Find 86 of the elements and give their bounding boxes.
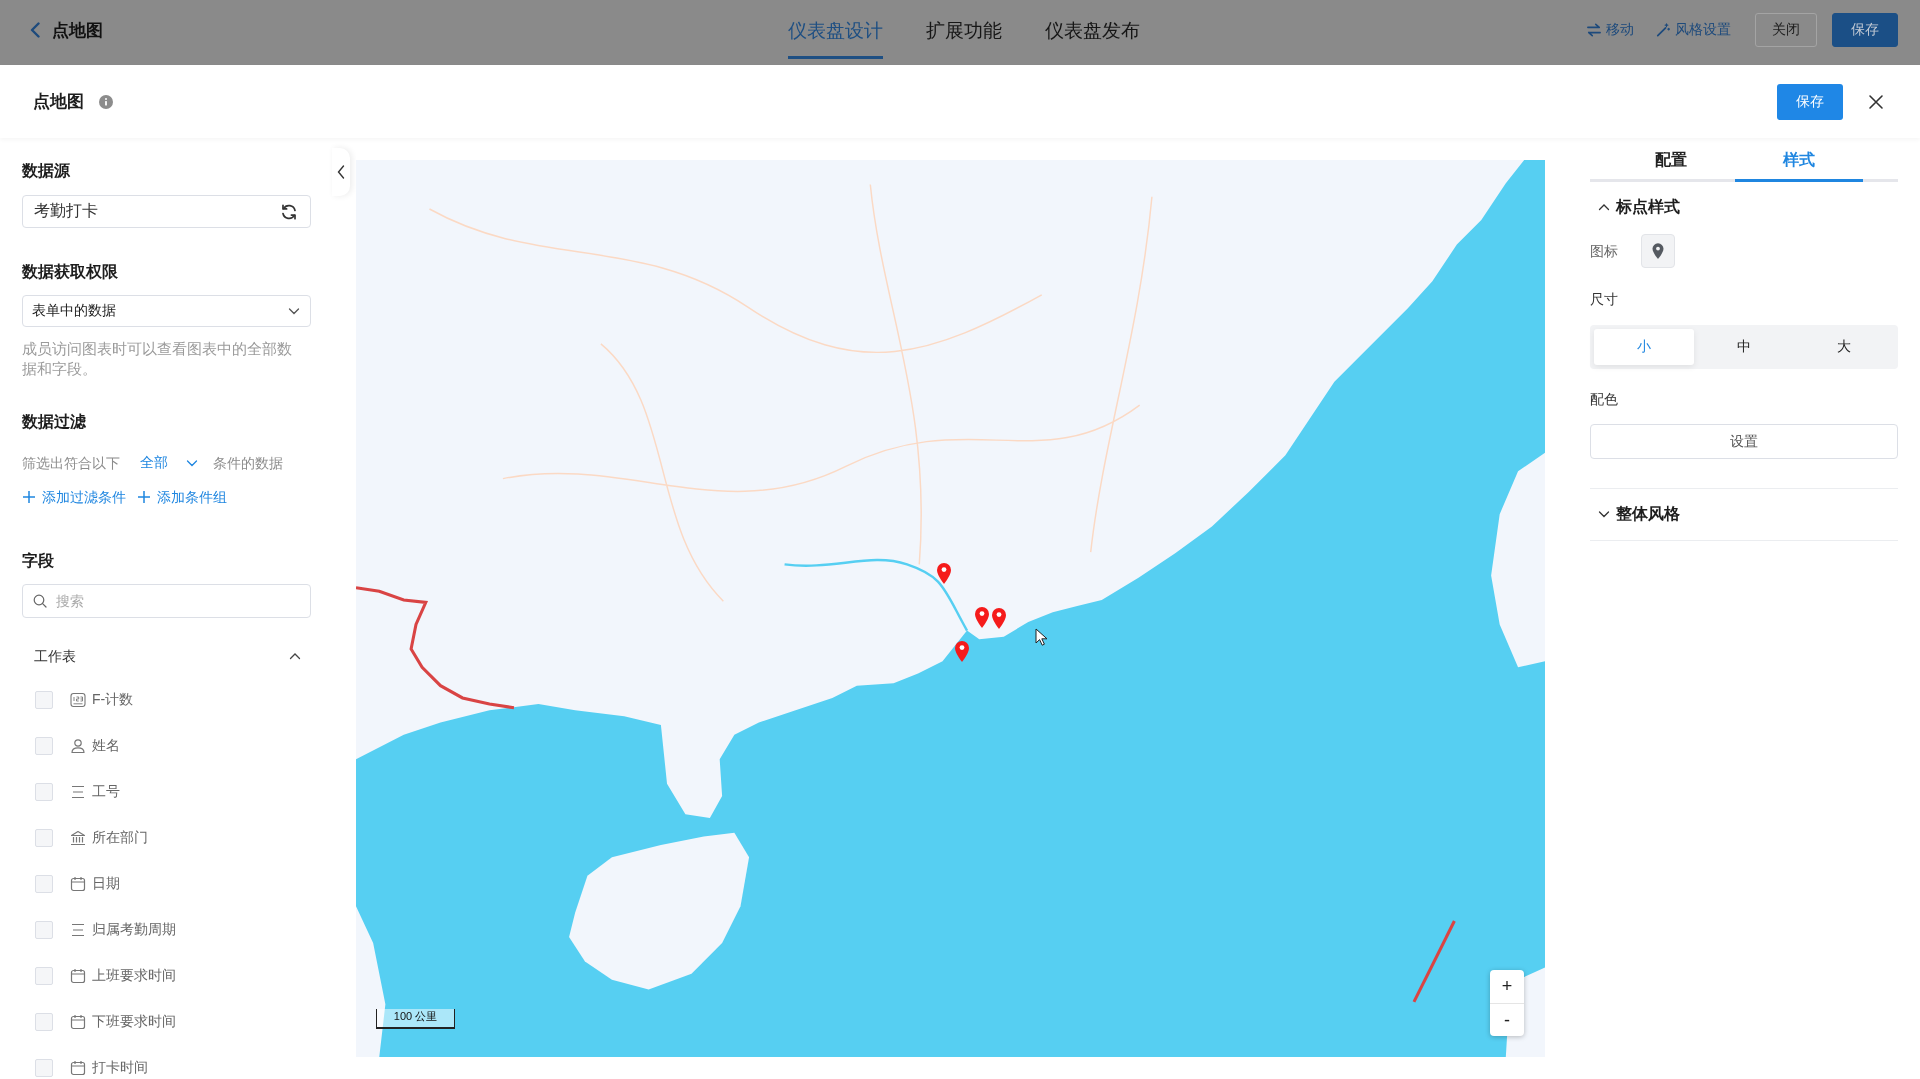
field-label: 归属考勤周期 — [92, 921, 176, 939]
map-pin-icon[interactable] — [936, 562, 952, 584]
building-icon — [70, 830, 86, 846]
calendar-icon — [70, 1060, 86, 1076]
checkbox[interactable] — [35, 737, 53, 755]
chevron-down-icon — [186, 457, 198, 469]
size-option[interactable]: 中 — [1694, 329, 1794, 365]
field-label: 上班要求时间 — [92, 967, 176, 985]
group-header[interactable]: 工作表 — [22, 645, 311, 667]
save-button[interactable]: 保存 — [1777, 83, 1843, 120]
person-icon — [70, 738, 86, 754]
calendar-icon — [70, 876, 86, 892]
checkbox[interactable] — [35, 967, 53, 985]
save-button[interactable]: 保存 — [1832, 13, 1898, 47]
data-source-field[interactable]: 考勤打卡 — [22, 195, 311, 228]
plus-icon — [137, 490, 151, 504]
filter-mode-dropdown[interactable]: 全部 — [140, 454, 198, 472]
scale-bar: 100 公里 — [376, 1009, 455, 1029]
number-box-icon — [70, 692, 86, 708]
help-text: 成员访问图表时可以查看图表中的全部数据和字段。 — [22, 339, 293, 379]
field-label: 下班要求时间 — [92, 1013, 176, 1031]
plus-icon — [22, 490, 36, 504]
zoom-in-button[interactable]: + — [1490, 970, 1524, 1003]
chevron-down-icon — [288, 305, 300, 317]
zoom-out-button[interactable]: - — [1490, 1003, 1524, 1036]
section-heading: 字段 — [22, 551, 55, 571]
nav-tab[interactable]: 扩展功能 — [926, 0, 1002, 59]
size-option[interactable]: 小 — [1594, 329, 1694, 365]
field-label: F-计数 — [92, 691, 134, 709]
checkbox[interactable] — [35, 783, 53, 801]
collapse-panel-button[interactable] — [332, 148, 350, 196]
field-label: 尺寸 — [1590, 290, 1619, 309]
section-heading: 数据获取权限 — [22, 262, 119, 282]
nav-tab[interactable]: 仪表盘发布 — [1045, 0, 1140, 59]
checkbox[interactable] — [35, 1059, 53, 1077]
section-header[interactable]: 整体风格 — [1590, 503, 1680, 525]
back-button[interactable]: 点地图 — [30, 0, 103, 60]
close-icon — [1868, 93, 1884, 110]
swap-arrows-icon — [1587, 23, 1601, 37]
add-link[interactable]: 添加条件组 — [137, 486, 227, 508]
add-link[interactable]: 添加过滤条件 — [22, 486, 126, 508]
permission-select[interactable]: 表单中的数据 — [22, 295, 311, 327]
calendar-icon — [70, 1014, 86, 1030]
mouse-pointer-icon — [1035, 628, 1047, 646]
map-pin-icon — [1652, 243, 1664, 259]
icon-picker[interactable] — [1641, 234, 1675, 268]
close-button[interactable]: 关闭 — [1755, 13, 1817, 47]
field-label: 所在部门 — [92, 829, 148, 847]
chevron-left-icon — [30, 22, 40, 38]
search-icon — [33, 594, 47, 608]
chevron-down-icon — [1598, 508, 1610, 520]
field-label: 配色 — [1590, 390, 1619, 409]
magic-wand-icon — [1656, 23, 1670, 37]
checkbox[interactable] — [35, 691, 53, 709]
field-label: 姓名 — [92, 737, 120, 755]
refresh-icon[interactable] — [280, 202, 298, 221]
field-label: 工号 — [92, 783, 120, 801]
panel-tab[interactable]: 样式 — [1735, 138, 1863, 182]
section-heading: 数据源 — [22, 161, 71, 181]
dialog-title: 点地图 — [33, 91, 84, 113]
move-button[interactable]: 移动 — [1587, 21, 1634, 39]
map-pin-icon[interactable] — [954, 640, 970, 662]
close-button[interactable] — [1868, 93, 1884, 110]
calendar-icon — [70, 968, 86, 984]
field-label: 打卡时间 — [92, 1059, 148, 1077]
filter-text: 筛选出符合以下 — [22, 454, 120, 473]
section-heading: 数据过滤 — [22, 412, 87, 432]
search-field[interactable]: 搜索 — [22, 584, 311, 618]
checkbox[interactable] — [35, 875, 53, 893]
field-label: 日期 — [92, 875, 120, 893]
text-lines-icon — [70, 922, 86, 938]
filter-text: 条件的数据 — [213, 454, 283, 473]
map-pin-icon[interactable] — [974, 606, 990, 628]
section-header[interactable]: 标点样式 — [1590, 196, 1680, 218]
panel-tab[interactable]: 配置 — [1607, 138, 1735, 182]
size-option[interactable]: 大 — [1794, 329, 1894, 365]
chevron-left-icon — [337, 165, 345, 179]
color-settings-button[interactable]: 设置 — [1590, 424, 1898, 459]
checkbox[interactable] — [35, 829, 53, 847]
field-label: 图标 — [1590, 242, 1618, 261]
style-settings-button[interactable]: 风格设置 — [1656, 21, 1731, 39]
checkbox[interactable] — [35, 1013, 53, 1031]
checkbox[interactable] — [35, 921, 53, 939]
text-lines-icon — [70, 784, 86, 800]
map-pin-icon[interactable] — [991, 607, 1007, 629]
info-icon — [99, 94, 113, 109]
